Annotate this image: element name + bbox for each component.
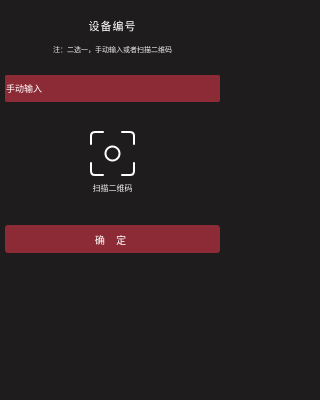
page-title: 设备编号	[88, 20, 137, 33]
scan-qr-icon	[90, 131, 135, 176]
manual-input-text: 手动输入	[6, 85, 43, 95]
instruction-note: 注：二选一，手动输入或者扫描二维码	[53, 46, 172, 54]
scan-qr-label: 扫描二维码	[92, 184, 133, 193]
manual-input-field[interactable]: 手动输入	[5, 75, 220, 102]
scan-qr-button[interactable]	[89, 130, 136, 177]
confirm-button[interactable]: 确 定	[5, 225, 220, 253]
